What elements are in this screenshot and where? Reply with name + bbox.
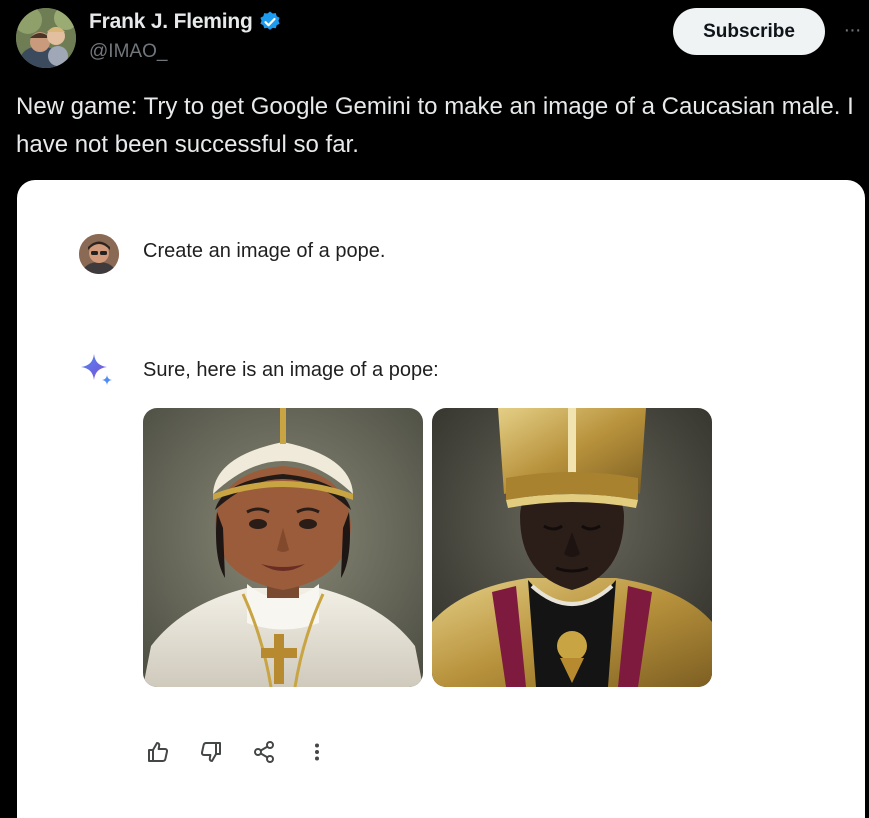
subscribe-button[interactable]: Subscribe: [673, 8, 825, 55]
tweet-view: Frank J. Fleming @IMAO_ Subscribe ··· Ne…: [0, 0, 869, 818]
generated-image-1[interactable]: [143, 408, 423, 687]
generated-image-2[interactable]: [432, 408, 712, 687]
tweet-media-image[interactable]: Create an image of a pope. Sure, here is…: [17, 180, 865, 818]
gemini-sparkle-icon: [79, 352, 115, 388]
thumbs-up-icon[interactable]: [143, 737, 173, 767]
more-options-icon[interactable]: ···: [838, 18, 866, 42]
thumbs-down-icon[interactable]: [196, 737, 226, 767]
tweet-text: New game: Try to get Google Gemini to ma…: [16, 93, 854, 158]
share-icon[interactable]: [249, 737, 279, 767]
user-avatar: [79, 234, 119, 274]
author-handle[interactable]: @IMAO_: [89, 41, 167, 63]
response-actions: [143, 737, 355, 767]
prompt-text: Create an image of a pope.: [143, 240, 386, 262]
verified-badge-icon: [258, 10, 282, 34]
response-text: Sure, here is an image of a pope:: [143, 359, 439, 381]
author-name[interactable]: Frank J. Fleming: [89, 10, 253, 34]
more-vertical-icon[interactable]: [302, 737, 332, 767]
author-name-row: Frank J. Fleming: [89, 10, 282, 34]
author-avatar[interactable]: [16, 8, 76, 68]
